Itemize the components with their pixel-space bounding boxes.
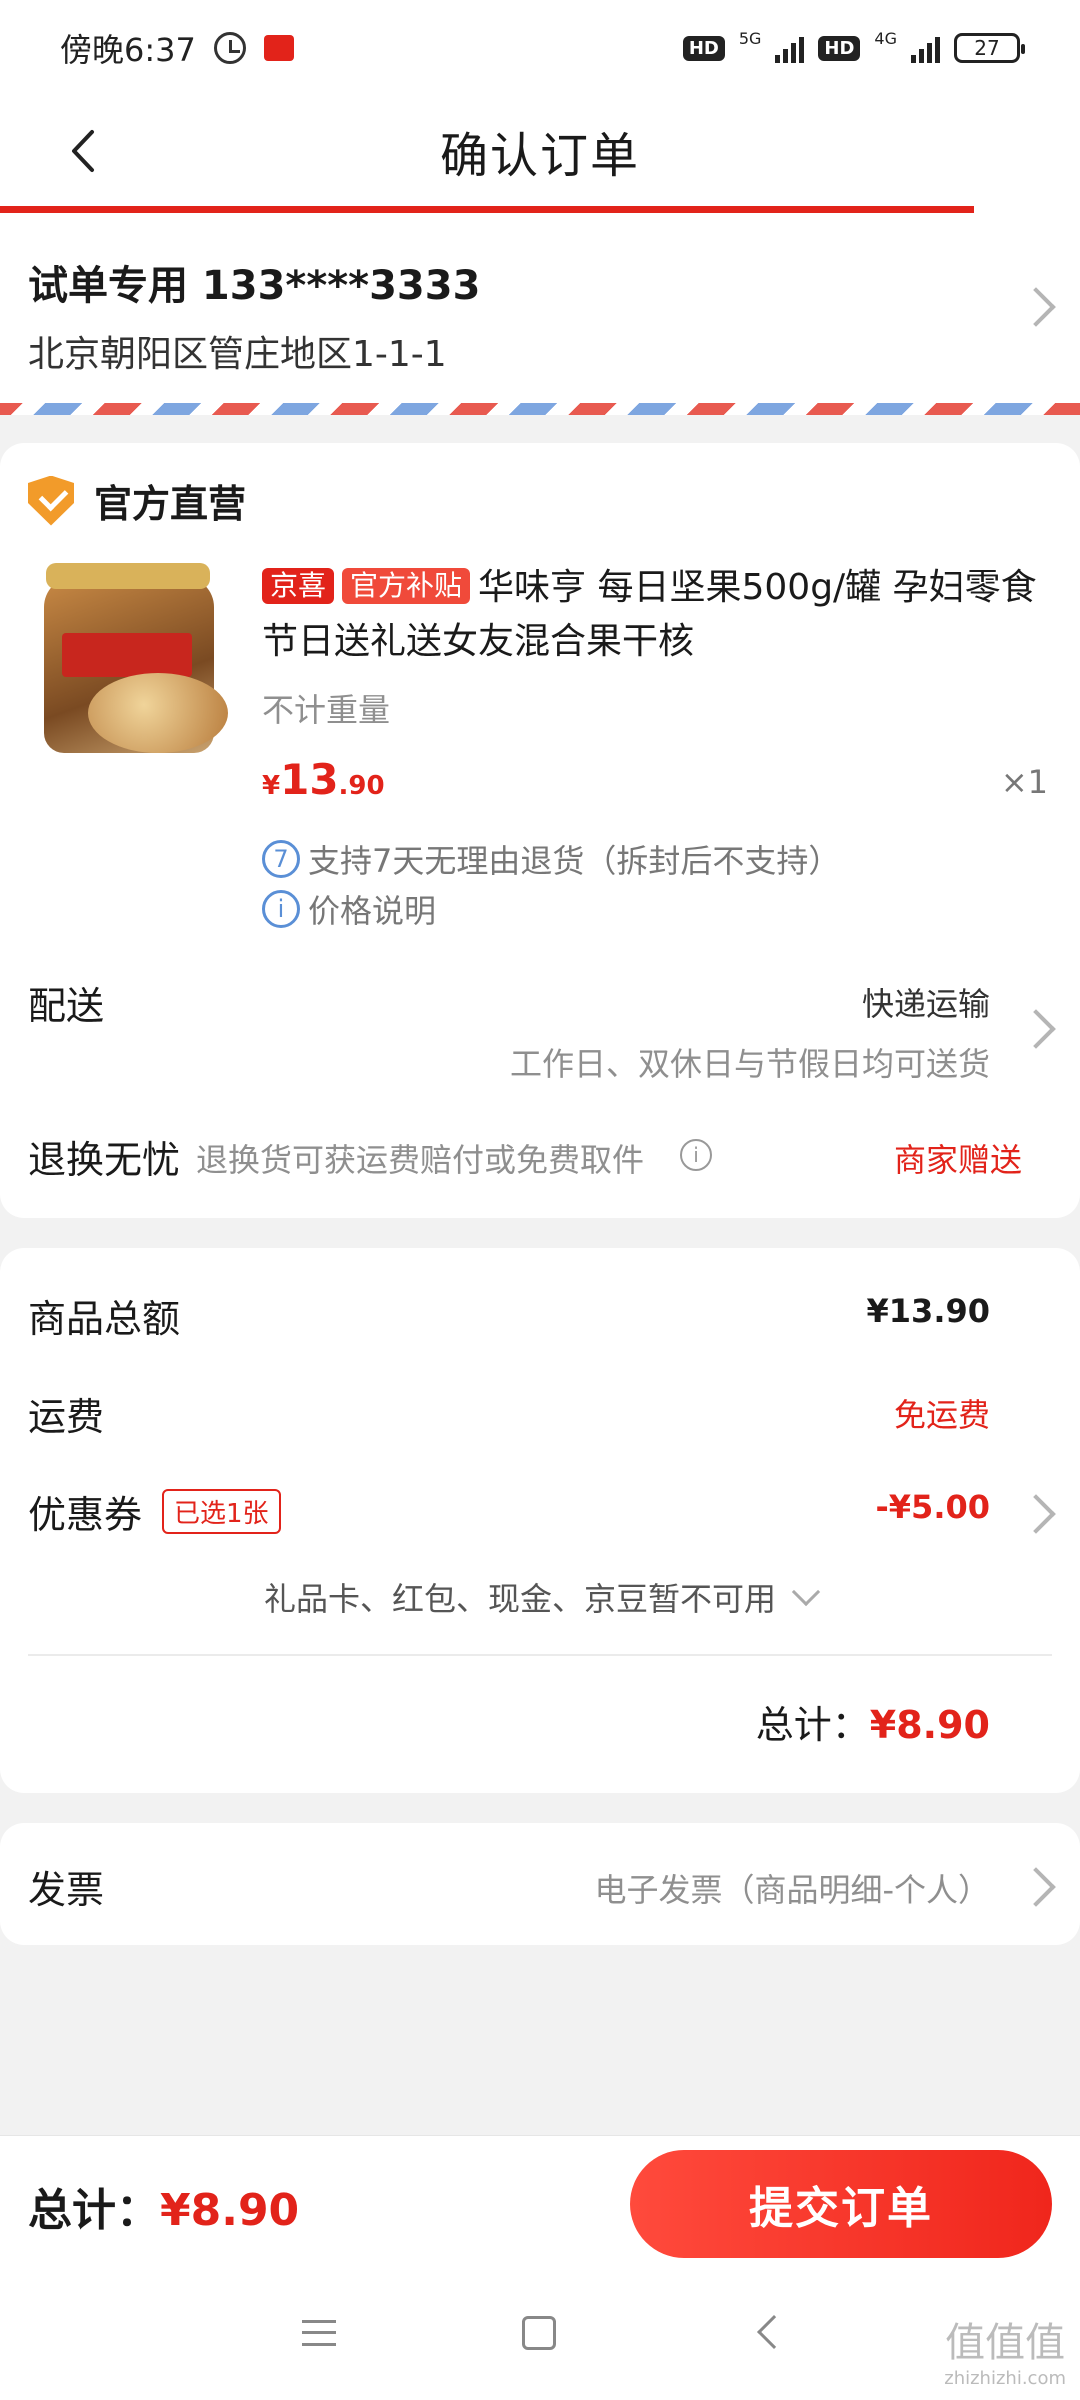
- system-nav-bar: [0, 2270, 1080, 2400]
- product-spec: 不计重量: [262, 691, 391, 729]
- checkout-bar: 总计：¥8.90 提交订单: [0, 2135, 1080, 2270]
- product-price: ¥13.90: [262, 755, 385, 804]
- checkout-total-value: ¥8.90: [160, 2185, 300, 2236]
- address-name-phone: 试单专用 133****3333: [28, 263, 481, 309]
- delivery-label: 配送: [28, 984, 105, 1028]
- coupon-value: -¥5.00: [875, 1488, 991, 1526]
- checkout-total-label: 总计：: [28, 2185, 160, 2236]
- page-title: 确认订单: [439, 128, 640, 184]
- back-arrow-icon[interactable]: [60, 126, 110, 176]
- signal-icon-2: [911, 33, 940, 63]
- coupon-label: 优惠券 已选1张: [28, 1484, 281, 1539]
- signal-icon: [775, 33, 805, 63]
- shipping-label: 运费: [28, 1395, 105, 1439]
- returns-label: 退换无忧: [28, 1138, 181, 1182]
- alarm-icon: [213, 32, 246, 64]
- watermark-glyphs: 值值值: [945, 2320, 1066, 2366]
- battery-icon: 27: [954, 33, 1025, 63]
- summary-total-label: 总计：: [755, 1703, 870, 1747]
- returns-desc: 退换货可获运费赔付或免费取件: [196, 1141, 645, 1179]
- info-icon[interactable]: i: [680, 1139, 712, 1171]
- product-image[interactable]: [28, 563, 228, 763]
- status-time: 傍晚6:37: [60, 31, 196, 69]
- product-jar-label: [62, 633, 192, 677]
- network-4g-label: 4G: [874, 28, 897, 48]
- info-icon: i: [262, 890, 300, 928]
- tag-official-subsidy: 官方补贴: [342, 568, 471, 604]
- product-nuts-bowl: [88, 673, 228, 753]
- chevron-down-icon: [791, 1577, 821, 1607]
- coupon-selected-badge: 已选1张: [162, 1489, 281, 1534]
- delivery-method: 快递运输: [861, 985, 990, 1023]
- return-policy-text: 支持7天无理由退货（拆封后不支持）: [308, 842, 841, 880]
- unavailable-payments-toggle[interactable]: 礼品卡、红包、现金、京豆暂不可用: [0, 1574, 1080, 1620]
- delivery-note: 工作日、双休日与节假日均可送货: [509, 1045, 990, 1083]
- checkout-total: 总计：¥8.90: [28, 2174, 299, 2238]
- header-progress-line: [0, 206, 974, 213]
- invoice-label: 发票: [28, 1868, 105, 1912]
- shop-name: 官方直营: [94, 482, 247, 526]
- watermark: 值值值 zhizhizhi.com: [944, 2310, 1066, 2389]
- price-integer: 13: [280, 755, 339, 804]
- header: 确认订单: [0, 96, 1080, 206]
- coupon-label-text: 优惠券: [28, 1493, 143, 1537]
- home-icon[interactable]: [522, 2316, 556, 2350]
- unavailable-payments-text: 礼品卡、红包、现金、京豆暂不可用: [263, 1580, 776, 1618]
- status-bar: 傍晚6:37 HD 5G HD 4G 27: [0, 0, 1080, 96]
- product-info[interactable]: 京喜 官方补贴 华味亨 每日坚果500g/罐 孕妇零食节日送礼送女友混合果干核 不计…: [262, 561, 1052, 731]
- summary-total: 总计：¥8.90: [756, 1694, 990, 1749]
- price-explanation[interactable]: i 价格说明: [262, 886, 436, 932]
- watermark-site: zhizhizhi.com: [944, 2368, 1066, 2389]
- return-policy[interactable]: 7 支持7天无理由退货（拆封后不支持）: [262, 836, 840, 882]
- divider: [28, 1654, 1052, 1656]
- invoice-value: 电子发票（商品明细-个人）: [594, 1871, 990, 1909]
- tag-jingxi: 京喜: [262, 568, 335, 604]
- submit-order-button[interactable]: 提交订单: [630, 2150, 1052, 2258]
- network-5g-label: 5G: [738, 28, 762, 48]
- hd-badge-2: HD: [818, 35, 861, 61]
- price-symbol: ¥: [262, 771, 281, 801]
- order-items-card: 官方直营 京喜 官方补贴 华味亨 每日坚果500g/罐 孕妇零食节日送礼送女友混合果…: [0, 443, 1080, 1218]
- returns-value: 商家赠送: [893, 1141, 1022, 1179]
- summary-total-value: ¥8.90: [869, 1703, 990, 1747]
- invoice-card[interactable]: 发票 电子发票（商品明细-个人）: [0, 1823, 1080, 1945]
- airmail-border: [0, 403, 1080, 415]
- price-decimal: .90: [338, 771, 385, 801]
- app-notification-icon: [263, 35, 294, 61]
- shop-header: 官方直营: [28, 473, 246, 528]
- chevron-right-icon: [1016, 1867, 1056, 1907]
- address-section[interactable]: 试单专用 133****3333 北京朝阳区管庄地区1-1-1: [0, 213, 1080, 403]
- goods-total-value: ¥13.90: [866, 1292, 990, 1330]
- chevron-right-icon: [1016, 1494, 1056, 1534]
- product-quantity: ×1: [1000, 763, 1048, 801]
- address-detail: 北京朝阳区管庄地区1-1-1: [28, 334, 447, 375]
- price-explanation-text: 价格说明: [308, 892, 437, 930]
- header-progress-rest: [974, 206, 1080, 213]
- goods-total-label: 商品总额: [28, 1297, 181, 1341]
- product-title: 京喜 官方补贴 华味亨 每日坚果500g/罐 孕妇零食节日送礼送女友混合果干核: [262, 561, 1052, 669]
- back-icon[interactable]: [757, 2315, 791, 2349]
- shield-icon: [28, 475, 74, 526]
- seven-day-icon: 7: [262, 840, 300, 878]
- hd-badge: HD: [682, 35, 725, 61]
- chevron-right-icon: [1016, 1009, 1056, 1049]
- price-summary-card: 商品总额 ¥13.90 运费 免运费 优惠券 已选1张 -¥5.00 礼品卡、红包…: [0, 1248, 1080, 1793]
- shipping-value: 免运费: [893, 1396, 990, 1434]
- menu-icon[interactable]: [302, 2320, 336, 2346]
- product-jar-lid: [46, 563, 210, 589]
